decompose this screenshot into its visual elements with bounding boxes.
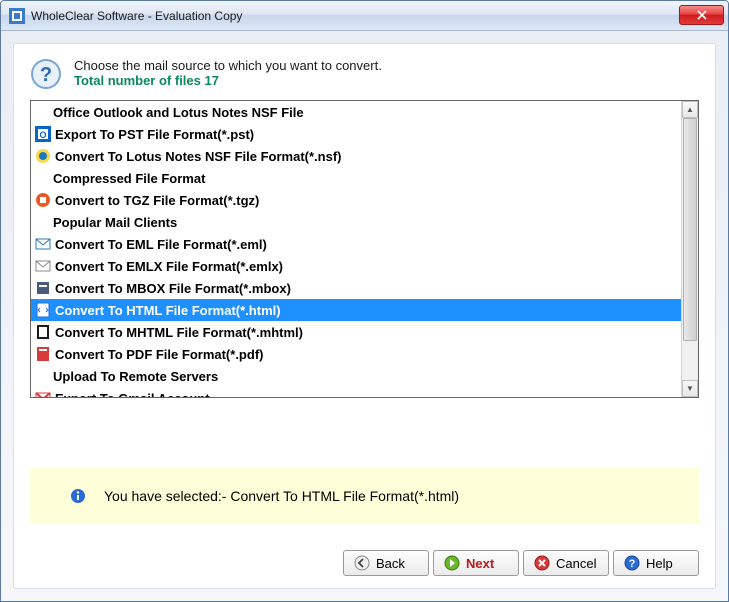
format-list: Office Outlook and Lotus Notes NSF FileO… bbox=[30, 100, 699, 398]
file-count-prefix: Total number of files bbox=[74, 73, 205, 88]
list-category-header: Office Outlook and Lotus Notes NSF File bbox=[31, 101, 698, 123]
list-item-label: Convert To HTML File Format(*.html) bbox=[55, 303, 281, 318]
cancel-button[interactable]: Cancel bbox=[523, 550, 609, 576]
window-title: WholeClear Software - Evaluation Copy bbox=[31, 9, 679, 23]
list-item-label: Convert To MBOX File Format(*.mbox) bbox=[55, 281, 291, 296]
file-count-value: 17 bbox=[205, 73, 219, 88]
mhtml-icon bbox=[35, 324, 51, 340]
instruction-text: Choose the mail source to which you want… bbox=[74, 58, 382, 73]
list-item[interactable]: Convert To EML File Format(*.eml) bbox=[31, 233, 698, 255]
lotus-icon bbox=[35, 148, 51, 164]
info-icon bbox=[70, 488, 86, 504]
outlook-icon: O bbox=[35, 126, 51, 142]
list-item[interactable]: Convert To MHTML File Format(*.mhtml) bbox=[31, 321, 698, 343]
list-item[interactable]: Convert to TGZ File Format(*.tgz) bbox=[31, 189, 698, 211]
list-item[interactable]: O Export To PST File Format(*.pst) bbox=[31, 123, 698, 145]
mbox-icon bbox=[35, 280, 51, 296]
content-panel: ? Choose the mail source to which you wa… bbox=[13, 43, 716, 589]
gmail-icon bbox=[35, 390, 51, 397]
svg-text:?: ? bbox=[40, 64, 52, 86]
svg-text:O: O bbox=[39, 130, 46, 140]
question-icon: ? bbox=[30, 58, 62, 90]
list-item[interactable]: Convert To EMLX File Format(*.emlx) bbox=[31, 255, 698, 277]
svg-text:?: ? bbox=[629, 558, 636, 570]
list-item[interactable]: Convert To Lotus Notes NSF File Format(*… bbox=[31, 145, 698, 167]
cancel-label: Cancel bbox=[556, 556, 598, 571]
eml-icon bbox=[35, 236, 51, 252]
selection-info: You have selected:- Convert To HTML File… bbox=[30, 468, 699, 524]
list-category-header: Popular Mail Clients bbox=[31, 211, 698, 233]
list-item[interactable]: Convert To MBOX File Format(*.mbox) bbox=[31, 277, 698, 299]
list-item-label: Convert To EMLX File Format(*.emlx) bbox=[55, 259, 283, 274]
back-label: Back bbox=[376, 556, 418, 571]
selection-prefix: You have selected:- bbox=[104, 488, 230, 504]
emlx-icon bbox=[35, 258, 51, 274]
cancel-icon bbox=[534, 555, 550, 571]
list-item-label: Convert To PDF File Format(*.pdf) bbox=[55, 347, 263, 362]
close-icon bbox=[697, 10, 707, 20]
header: ? Choose the mail source to which you wa… bbox=[30, 58, 699, 90]
help-button[interactable]: ? Help bbox=[613, 550, 699, 576]
main-window: WholeClear Software - Evaluation Copy ? … bbox=[0, 0, 729, 602]
list-item[interactable]: Convert To HTML File Format(*.html) bbox=[31, 299, 698, 321]
scroll-thumb[interactable] bbox=[683, 118, 697, 341]
html-icon bbox=[35, 302, 51, 318]
list-item-label: Convert To EML File Format(*.eml) bbox=[55, 237, 267, 252]
button-bar: Back Next Cancel ? Help bbox=[30, 544, 699, 576]
list-item[interactable]: Convert To PDF File Format(*.pdf) bbox=[31, 343, 698, 365]
scrollbar[interactable]: ▲ ▼ bbox=[681, 101, 698, 397]
back-icon bbox=[354, 555, 370, 571]
list-item[interactable]: Export To Gmail Account bbox=[31, 387, 698, 397]
app-icon bbox=[9, 8, 25, 24]
next-button[interactable]: Next bbox=[433, 550, 519, 576]
help-label: Help bbox=[646, 556, 688, 571]
tgz-icon bbox=[35, 192, 51, 208]
close-button[interactable] bbox=[679, 5, 724, 25]
list-item-label: Convert To Lotus Notes NSF File Format(*… bbox=[55, 149, 342, 164]
list-item-label: Convert to TGZ File Format(*.tgz) bbox=[55, 193, 259, 208]
help-icon: ? bbox=[624, 555, 640, 571]
titlebar: WholeClear Software - Evaluation Copy bbox=[1, 1, 728, 31]
scroll-down-button[interactable]: ▼ bbox=[682, 380, 698, 397]
list-item-label: Export To Gmail Account bbox=[55, 391, 210, 398]
list-item-label: Export To PST File Format(*.pst) bbox=[55, 127, 254, 142]
pdf-icon bbox=[35, 346, 51, 362]
list-item-label: Convert To MHTML File Format(*.mhtml) bbox=[55, 325, 303, 340]
list-category-header: Upload To Remote Servers bbox=[31, 365, 698, 387]
scroll-up-button[interactable]: ▲ bbox=[682, 101, 698, 118]
next-icon bbox=[444, 555, 460, 571]
back-button[interactable]: Back bbox=[343, 550, 429, 576]
scroll-track[interactable] bbox=[682, 118, 698, 380]
file-count-text: Total number of files 17 bbox=[74, 73, 382, 88]
selection-text: You have selected:- Convert To HTML File… bbox=[104, 488, 459, 504]
list-category-header: Compressed File Format bbox=[31, 167, 698, 189]
selection-value: Convert To HTML File Format(*.html) bbox=[230, 488, 459, 504]
content-area: ? Choose the mail source to which you wa… bbox=[1, 31, 728, 601]
next-label: Next bbox=[466, 556, 508, 571]
